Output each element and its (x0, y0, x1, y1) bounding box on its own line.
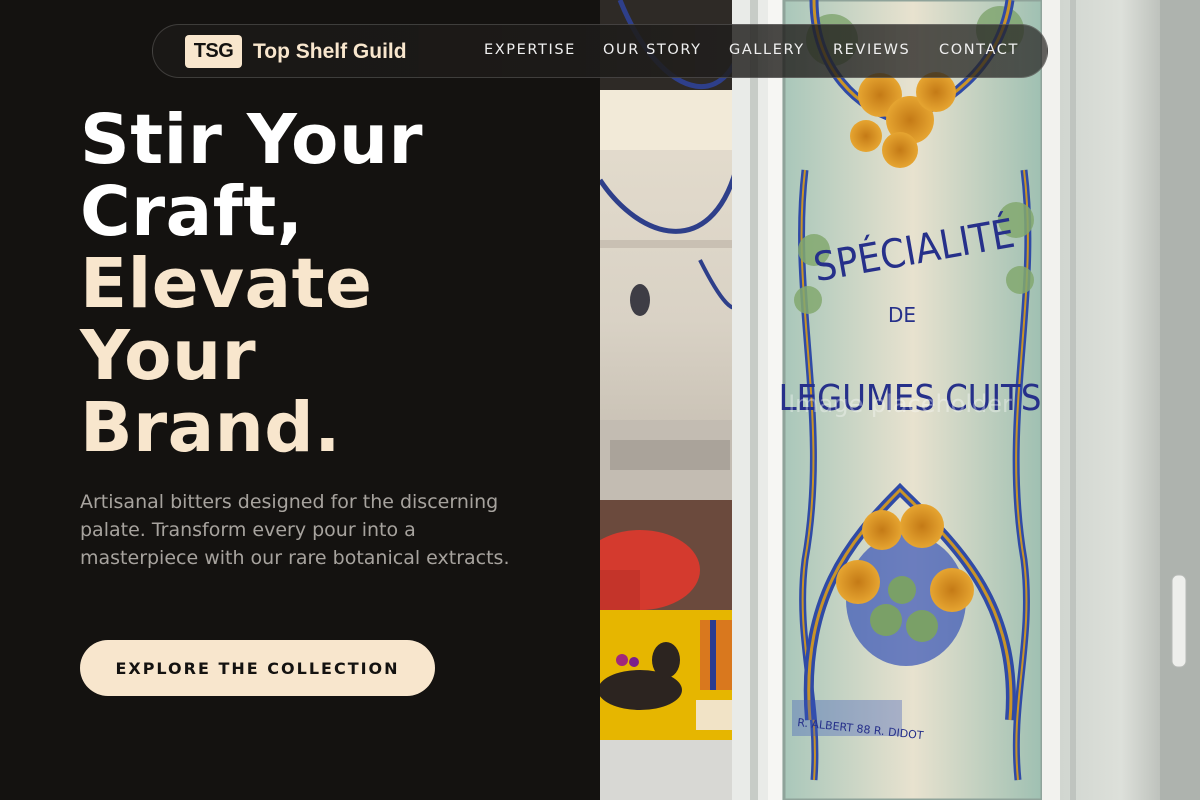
hero-image: SPÉCIALITÉ DE LEGUMES CUITS R. ALBERT 88… (600, 0, 1200, 800)
hero-title-line-5: Brand. (80, 388, 341, 468)
hero-title-line-1: Stir Your (80, 100, 424, 180)
hero-title-line-3: Elevate (80, 244, 373, 324)
hero-title-line-2: Craft, (80, 172, 304, 252)
top-navbar: TSG Top Shelf Guild EXPERTISE OUR STORY … (152, 24, 1048, 78)
nav-link-reviews[interactable]: REVIEWS (833, 42, 910, 58)
hero-title: Stir Your Craft, Elevate Your Brand. (80, 104, 580, 464)
image-watermark: Image placeholder (788, 390, 1012, 418)
brand-logo[interactable]: TSG Top Shelf Guild (185, 35, 407, 68)
logo-badge: TSG (185, 35, 242, 68)
nav-link-gallery[interactable]: GALLERY (729, 42, 805, 58)
nav-link-our-story[interactable]: OUR STORY (603, 42, 702, 58)
hero-subtitle: Artisanal bitters designed for the disce… (80, 491, 510, 569)
nav-link-expertise[interactable]: EXPERTISE (484, 42, 576, 58)
shop-window-photo: SPÉCIALITÉ DE LEGUMES CUITS R. ALBERT 88… (600, 0, 1200, 800)
nav-link-contact[interactable]: CONTACT (939, 42, 1019, 58)
explore-collection-button[interactable]: EXPLORE THE COLLECTION (80, 640, 435, 696)
hero-title-line-4: Your (80, 316, 257, 396)
sign-line-2: DE (888, 303, 916, 327)
brand-name: Top Shelf Guild (253, 39, 407, 63)
